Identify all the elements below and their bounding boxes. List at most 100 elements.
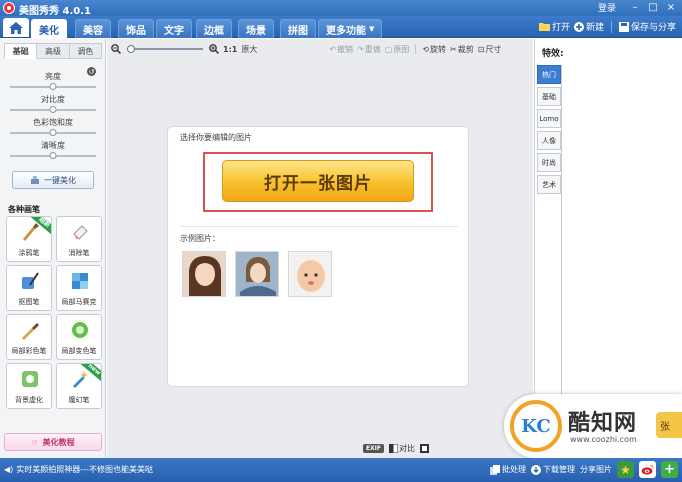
- login-link[interactable]: 登录: [598, 1, 616, 14]
- original-size-button[interactable]: 原大: [241, 44, 257, 55]
- tutorial-label: 美化教程: [42, 437, 75, 447]
- subtab-basic[interactable]: 基础: [4, 43, 38, 59]
- tab-label: 场景: [246, 25, 266, 37]
- slider-knob[interactable]: [49, 83, 57, 90]
- download-manager-button[interactable]: 下载管理: [531, 464, 575, 475]
- tab-accessories[interactable]: 饰品: [118, 19, 154, 38]
- tab-scene[interactable]: 场景: [238, 19, 274, 38]
- slider-label: 亮度: [45, 72, 61, 81]
- brightness-slider[interactable]: [6, 83, 100, 90]
- slider-knob[interactable]: [49, 152, 57, 159]
- redo-button[interactable]: ↷ 重做: [357, 44, 381, 55]
- undo-button[interactable]: ↶ 撤销: [329, 44, 353, 55]
- close-button[interactable]: ×: [664, 1, 678, 14]
- weibo-button[interactable]: [639, 461, 656, 478]
- crop-button[interactable]: ✂ 裁剪: [450, 44, 474, 55]
- pens-section-title: 各种画笔: [8, 205, 40, 214]
- beautify-tutorial-button[interactable]: ☞ 美化教程: [4, 433, 102, 451]
- new-label: 新建: [585, 23, 604, 33]
- original-image-button[interactable]: ▢ 原图: [385, 44, 410, 55]
- add-button[interactable]: +: [661, 461, 678, 478]
- plus-circle-icon: [573, 21, 584, 32]
- effect-category-fashion[interactable]: 时尚: [537, 153, 561, 172]
- saturation-slider[interactable]: [6, 129, 100, 136]
- zoom-in-icon[interactable]: [209, 44, 219, 54]
- tab-frame[interactable]: 边框: [196, 19, 232, 38]
- recolor-icon: [72, 322, 88, 338]
- tab-makeup[interactable]: 美容: [75, 19, 111, 38]
- actual-size-ratio[interactable]: 1:1: [223, 45, 237, 54]
- local-recolor-pen-button[interactable]: 局部变色笔: [56, 314, 102, 360]
- effect-category-popular[interactable]: 热门: [537, 65, 561, 84]
- magic-pen-icon: [73, 371, 88, 388]
- background-blur-button[interactable]: 背景虚化: [6, 363, 52, 409]
- exif-button[interactable]: EXIF: [362, 444, 384, 453]
- batch-process-button[interactable]: 批处理: [490, 464, 526, 475]
- contrast-slider[interactable]: [6, 106, 100, 113]
- compare-icon: [389, 444, 398, 453]
- undo-icon: ↶: [329, 44, 337, 54]
- canvas-area: 1:1 原大 ↶ 撤销 ↷ 重做 ▢ 原图 ⟲ 旋转 ✂ 裁剪 ⊡ 尺寸 选择你要编辑的图片…: [107, 39, 533, 458]
- chevron-down-icon: ▼: [369, 25, 375, 33]
- slider-label: 色彩饱和度: [33, 118, 73, 127]
- magic-wand-icon: [31, 176, 39, 184]
- save-share-label: 保存与分享: [630, 23, 676, 33]
- local-mosaic-button[interactable]: 局部马赛克: [56, 265, 102, 311]
- tab-more-features[interactable]: 更多功能 ▼: [318, 19, 383, 38]
- fullscreen-icon[interactable]: [420, 444, 429, 453]
- open-file-button[interactable]: 打开: [538, 20, 570, 33]
- redo-icon: ↷: [357, 44, 364, 54]
- star-icon: ★: [620, 462, 631, 477]
- pen-label: 魔幻笔: [68, 396, 90, 404]
- magic-pen-button[interactable]: new 魔幻笔: [56, 363, 102, 409]
- left-panel: 基础 高级 调色 ↺ 亮度 对比度 色彩饱和度 清晰度 一键美化 各种画笔 超新…: [0, 39, 106, 458]
- tab-text[interactable]: 文字: [156, 19, 192, 38]
- slider-knob[interactable]: [49, 129, 57, 136]
- cutout-pen-button[interactable]: 抠图笔: [6, 265, 52, 311]
- eraser-pen-button[interactable]: 消除笔: [56, 216, 102, 262]
- subtab-color[interactable]: 调色: [69, 43, 102, 59]
- one-click-beautify-button[interactable]: 一键美化: [12, 171, 94, 189]
- effect-category-basic[interactable]: 基础: [537, 87, 561, 106]
- save-share-button[interactable]: 保存与分享: [618, 20, 676, 33]
- home-button[interactable]: [3, 18, 29, 37]
- effect-category-lomo[interactable]: Lomo: [537, 109, 561, 128]
- speaker-icon: ◀): [4, 465, 14, 474]
- example-photo-2[interactable]: [235, 251, 279, 297]
- tab-beautify[interactable]: 美化: [31, 19, 67, 38]
- rotate-label: 旋转: [430, 44, 447, 54]
- effect-category-art[interactable]: 艺术: [537, 175, 561, 194]
- tab-collage[interactable]: 拼图: [280, 19, 316, 38]
- maximize-button[interactable]: □: [646, 1, 660, 14]
- tab-label: 饰品: [126, 25, 146, 37]
- tab-label: 拼图: [288, 25, 308, 37]
- one-click-label: 一键美化: [44, 175, 76, 185]
- status-tip[interactable]: ◀) 实时美颜拍照神器---不修图也能美美哒: [4, 464, 153, 475]
- title-bar: 美图秀秀 4.0.1 登录 – □ ×: [0, 0, 682, 17]
- open-image-button[interactable]: 打开一张图片: [222, 160, 414, 202]
- example-photo-3[interactable]: [288, 251, 332, 297]
- star-button[interactable]: ★: [617, 461, 634, 478]
- toolbar-divider: [610, 20, 612, 33]
- brush-icon: [23, 223, 39, 241]
- new-file-button[interactable]: 新建: [573, 20, 604, 33]
- minimize-button[interactable]: –: [628, 1, 642, 14]
- effect-category-portrait[interactable]: 人像: [537, 131, 561, 150]
- local-color-pen-button[interactable]: 局部彩色笔: [6, 314, 52, 360]
- original-image-label: 原图: [393, 44, 410, 54]
- doodle-pen-button[interactable]: 超新 涂鸦笔: [6, 216, 52, 262]
- zoom-out-icon[interactable]: [111, 44, 121, 54]
- top-actions: 打开 新建 保存与分享: [538, 20, 676, 33]
- share-picture-button[interactable]: 分享图片: [580, 464, 612, 475]
- zoom-slider[interactable]: [125, 45, 205, 53]
- tab-label: 美化: [39, 25, 59, 37]
- subtab-advanced[interactable]: 高级: [37, 43, 70, 59]
- rotate-button[interactable]: ⟲ 旋转: [422, 44, 446, 55]
- sharpness-slider[interactable]: [6, 152, 100, 159]
- resize-button[interactable]: ⊡ 尺寸: [478, 44, 502, 55]
- zoom-slider-knob[interactable]: [126, 45, 135, 53]
- slider-knob[interactable]: [49, 106, 57, 113]
- example-photo-1[interactable]: [182, 251, 226, 297]
- compare-button[interactable]: 对比: [389, 443, 415, 454]
- toolbar-divider: [415, 44, 417, 54]
